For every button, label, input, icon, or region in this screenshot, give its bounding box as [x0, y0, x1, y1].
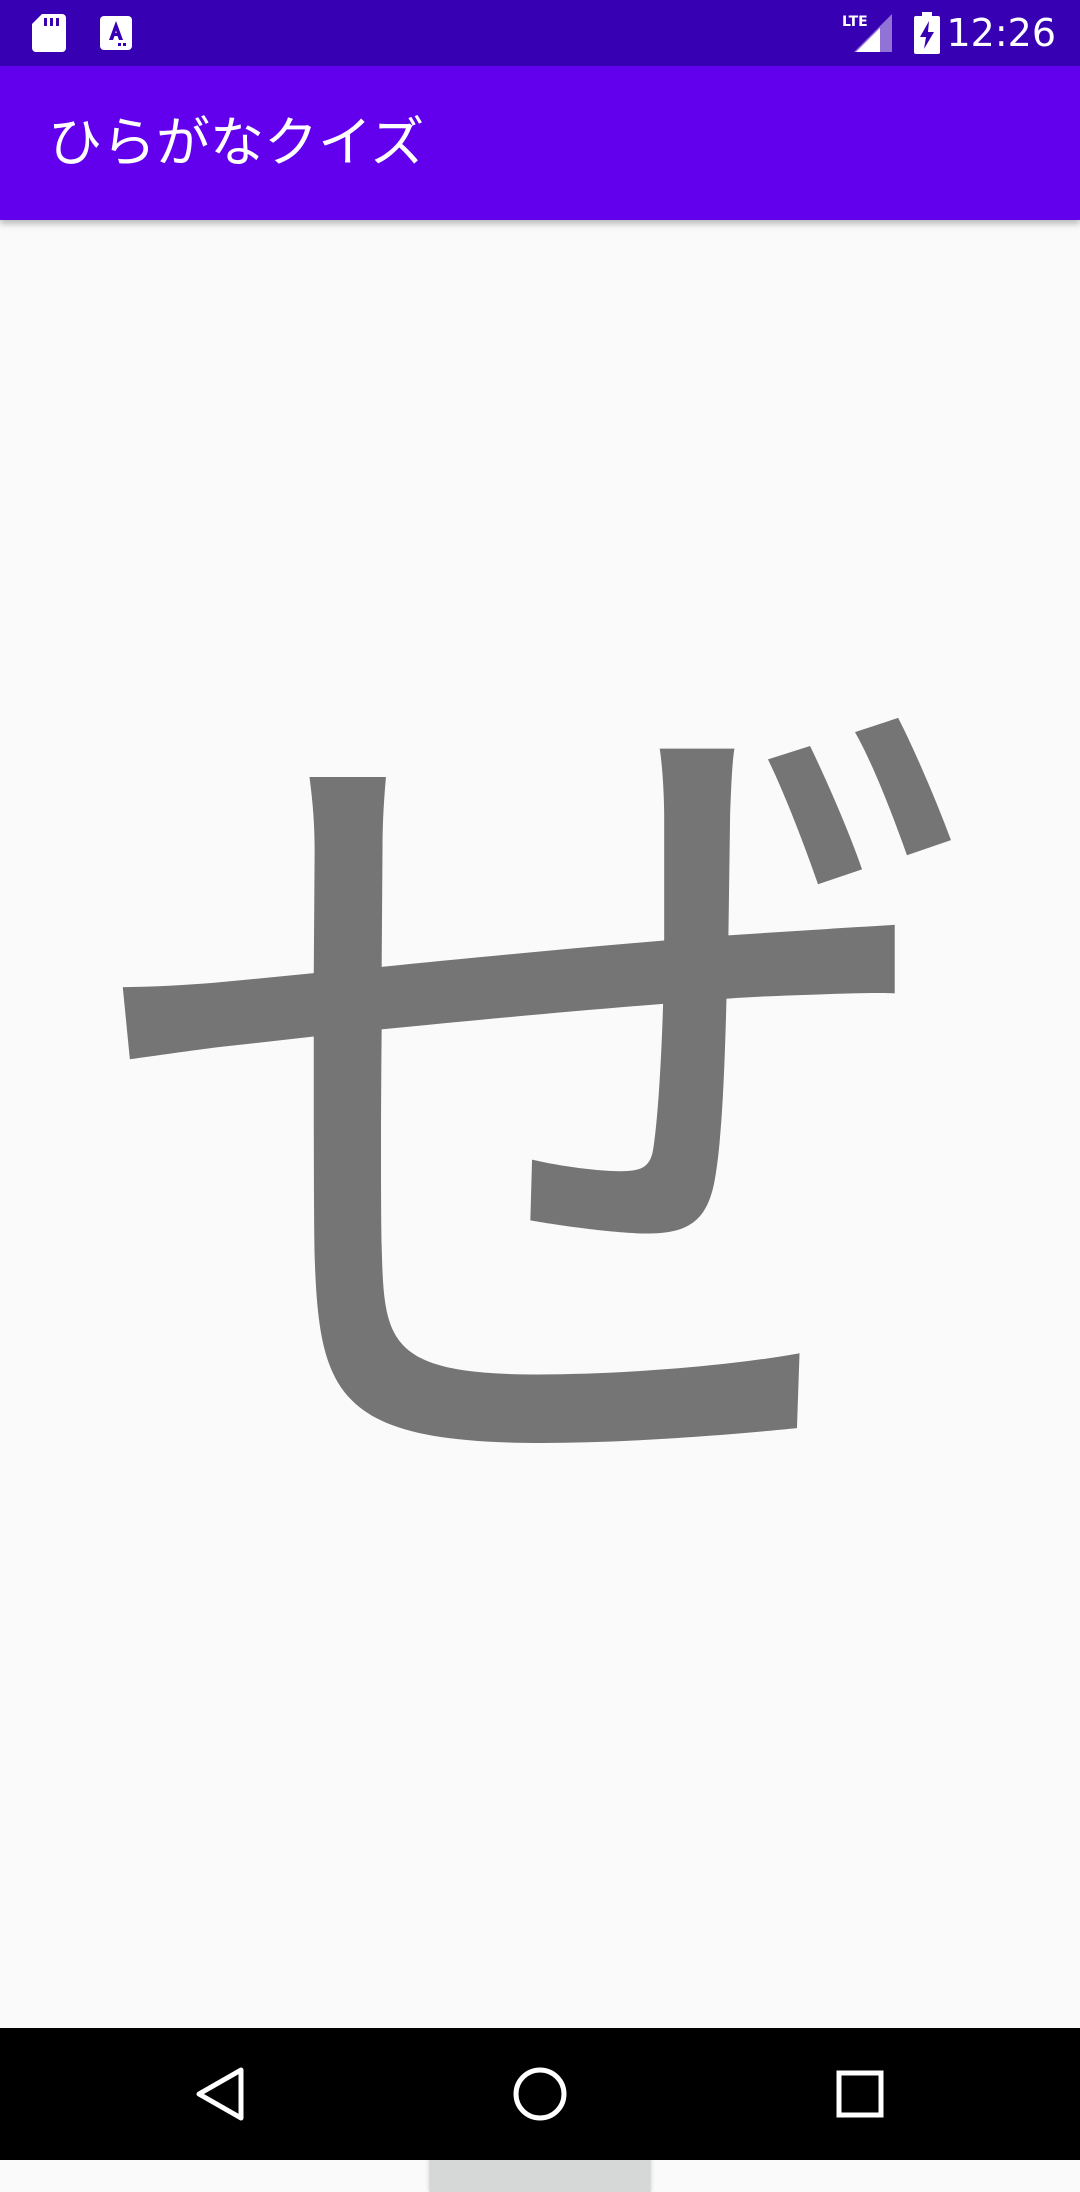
status-bar: LTE 12:26	[0, 0, 1080, 66]
svg-text:LTE: LTE	[842, 14, 868, 30]
font-a-icon	[100, 16, 132, 50]
recents-icon	[836, 2070, 884, 2118]
quiz-content: ぜ NEXT	[0, 220, 1080, 2192]
sd-card-icon	[32, 14, 66, 52]
recents-button[interactable]	[780, 2028, 940, 2160]
home-icon	[513, 2067, 567, 2121]
app-bar: ひらがなクイズ	[0, 66, 1080, 220]
app-title: ひらがなクイズ	[48, 111, 425, 174]
back-icon	[196, 2067, 244, 2121]
quiz-character: ぜ	[100, 597, 980, 1622]
status-clock: 12:26	[946, 11, 1056, 55]
back-button[interactable]	[140, 2028, 300, 2160]
home-button[interactable]	[460, 2028, 620, 2160]
lte-signal-icon: LTE	[842, 14, 892, 52]
navigation-bar	[0, 2028, 1080, 2160]
battery-charging-icon	[914, 12, 940, 54]
